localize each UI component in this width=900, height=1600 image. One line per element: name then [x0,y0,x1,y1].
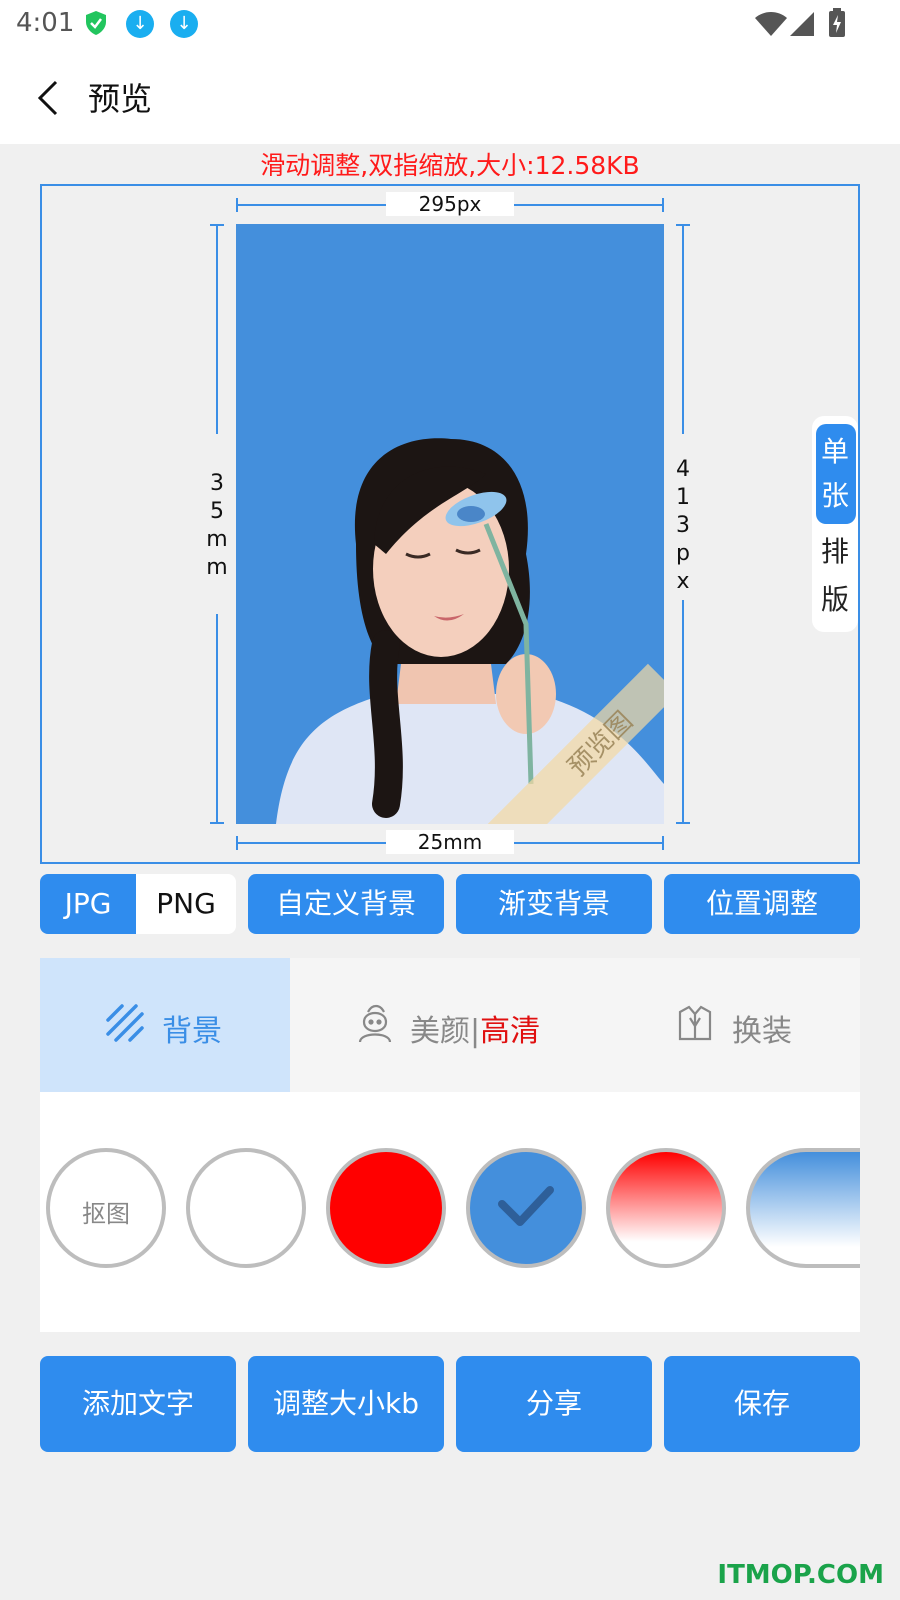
height-dimension-line [216,614,218,824]
tab-separator: | [470,1014,481,1049]
add-text-button[interactable]: 添加文字 [40,1356,236,1452]
height-mm-label: 35mm [206,471,228,580]
back-icon[interactable] [30,78,70,118]
dimension-tick [662,198,664,212]
save-button[interactable]: 保存 [664,1356,860,1452]
white-swatch[interactable] [186,1148,306,1268]
width-px-label: 295px [386,192,514,216]
height-dimension-line [682,224,684,434]
battery-icon [828,8,846,42]
download-icon: ↓ [170,10,198,38]
resize-kb-button[interactable]: 调整大小kb [248,1356,444,1452]
tab-background-label: 背景 [162,1014,222,1049]
position-adjust-button[interactable]: 位置调整 [664,874,860,934]
id-photo-preview[interactable]: 预览图 [236,224,664,824]
format-png-button[interactable]: PNG [136,874,236,934]
red-gradient-swatch[interactable] [606,1148,726,1268]
check-icon [496,1184,556,1234]
height-dimension-line [216,224,218,434]
outfit-icon [676,1004,714,1046]
signal-icon [788,10,816,42]
width-mm-label: 25mm [386,830,514,854]
download-icon: ↓ [126,10,154,38]
height-px-label: 413px [676,457,690,594]
page-title: 预览 [88,80,153,118]
dimension-tick [236,836,238,850]
beauty-face-icon [356,1002,394,1048]
wifi-icon [754,10,788,42]
height-dimension-line [682,600,684,824]
dimension-tick [210,224,224,226]
dimension-tick [662,836,664,850]
dimension-tick [676,224,690,226]
hint-text: 滑动调整,双指缩放,大小:12.58KB [260,151,640,180]
shield-icon [84,10,108,36]
red-swatch[interactable] [326,1148,446,1268]
stripes-icon [106,1004,144,1046]
tab-hd-label: 高清 [480,1014,541,1049]
site-watermark: ITMOP.COM [717,1560,884,1590]
cutout-label: 抠图 [82,1200,130,1228]
tab-beauty-label: 美颜 [410,1014,470,1049]
blue-gradient-swatch[interactable] [746,1148,860,1268]
layout-mode-button[interactable]: 排版 [812,528,858,624]
dimension-tick [676,822,690,824]
share-button[interactable]: 分享 [456,1356,652,1452]
dimension-tick [210,822,224,824]
single-mode-label: 单张 [820,435,849,512]
tab-outfit[interactable]: 换装 [732,1006,792,1050]
custom-background-button[interactable]: 自定义背景 [248,874,444,934]
format-jpg-button[interactable]: JPG [40,874,136,934]
dimension-tick [236,198,238,212]
status-time: 4:01 [16,8,75,38]
tab-beauty[interactable]: 美颜|高清 [410,1006,540,1050]
gradient-background-button[interactable]: 渐变背景 [456,874,652,934]
